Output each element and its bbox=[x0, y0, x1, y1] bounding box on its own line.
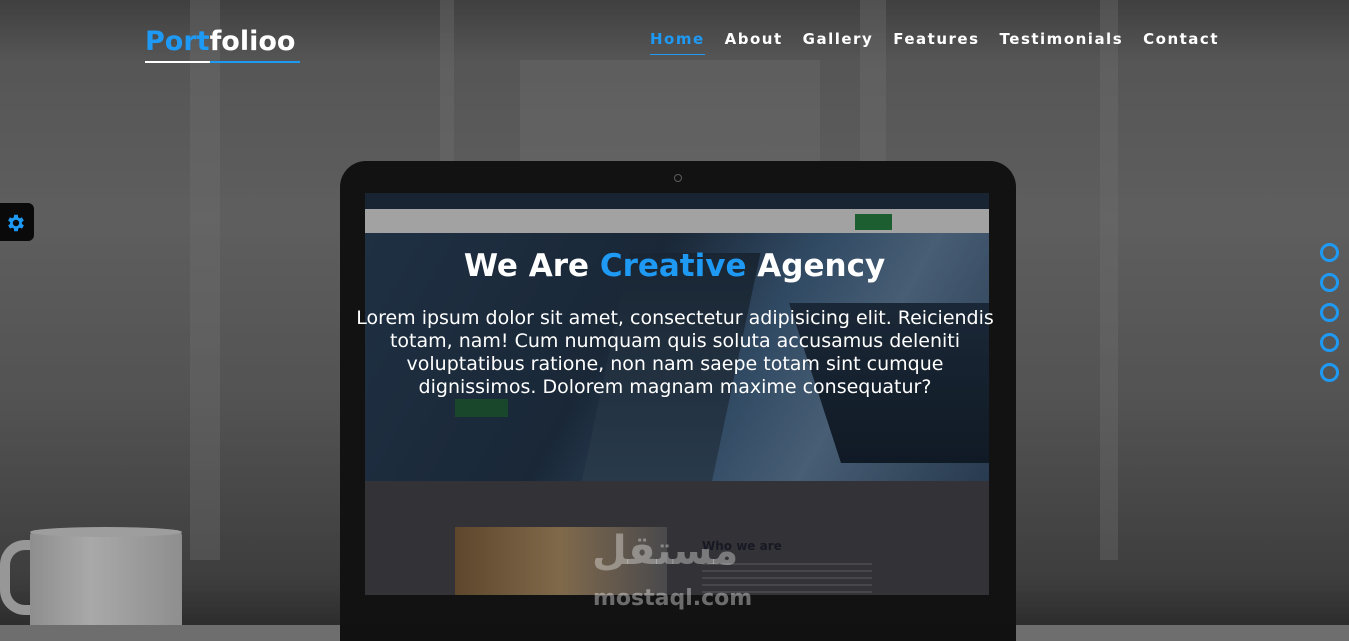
section-bullet-3[interactable] bbox=[1320, 303, 1339, 322]
hero-title: We Are Creative Agency bbox=[0, 248, 1349, 284]
section-bullets bbox=[1320, 243, 1339, 382]
section-bullet-2[interactable] bbox=[1320, 273, 1339, 292]
logo-part-2: folioo bbox=[209, 26, 296, 57]
hero-title-accent: Creative bbox=[599, 248, 747, 284]
nav-features[interactable]: Features bbox=[893, 30, 979, 55]
section-bullet-5[interactable] bbox=[1320, 363, 1339, 382]
hero-title-part-2: Agency bbox=[757, 248, 886, 284]
nav-gallery[interactable]: Gallery bbox=[803, 30, 874, 55]
nav-contact[interactable]: Contact bbox=[1143, 30, 1219, 55]
logo-part-1: Port bbox=[145, 26, 210, 57]
logo-underline-accent bbox=[145, 61, 210, 63]
nav-home[interactable]: Home bbox=[649, 30, 705, 55]
nav-testimonials[interactable]: Testimonials bbox=[1000, 30, 1124, 55]
main-nav: Home About Gallery Features Testimonials… bbox=[649, 30, 1219, 55]
watermark-logo: مستقل bbox=[592, 528, 739, 574]
site-logo[interactable]: Portfolioo bbox=[145, 26, 295, 57]
settings-toggle[interactable] bbox=[0, 203, 34, 241]
watermark-text: mostaql.com bbox=[593, 586, 753, 611]
hero-title-part-1: We Are bbox=[463, 248, 590, 284]
gear-icon bbox=[8, 214, 24, 232]
hero-description: Lorem ipsum dolor sit amet, consectetur … bbox=[356, 307, 994, 398]
section-bullet-4[interactable] bbox=[1320, 333, 1339, 352]
section-bullet-1[interactable] bbox=[1320, 243, 1339, 262]
nav-about[interactable]: About bbox=[725, 30, 783, 55]
